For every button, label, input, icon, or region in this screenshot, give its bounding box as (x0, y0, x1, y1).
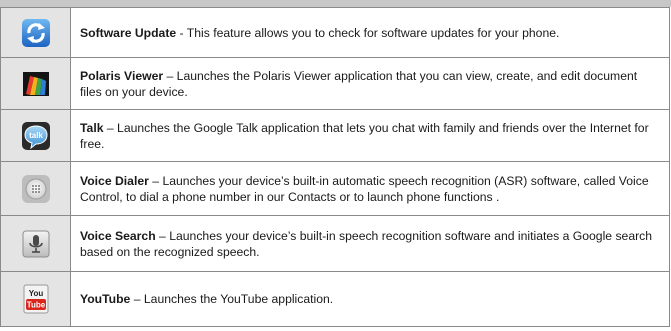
table-row: Software Update - This feature allows yo… (0, 7, 670, 58)
table-row: talk Talk – Launches the Google Talk app… (0, 109, 670, 162)
app-name: YouTube (80, 292, 131, 306)
youtube-icon: You Tube (21, 284, 51, 314)
separator: – (130, 292, 144, 306)
voice-search-icon (21, 229, 51, 259)
separator: - (176, 25, 187, 40)
icon-cell (0, 7, 71, 58)
table-header-bar (0, 0, 671, 7)
software-update-icon (21, 18, 51, 48)
table-row: Polaris Viewer – Launches the Polaris Vi… (0, 57, 670, 110)
icon-cell: You Tube (0, 271, 71, 327)
talk-icon: talk (21, 121, 51, 151)
separator: – (155, 228, 170, 243)
app-description: This feature allows you to check for sof… (186, 25, 560, 40)
icon-cell: talk (0, 109, 71, 162)
row-text: Polaris Viewer – Launches the Polaris Vi… (70, 57, 670, 110)
talk-icon-text: talk (29, 131, 43, 140)
voice-dialer-icon (21, 174, 51, 204)
youtube-icon-text-bottom: Tube (26, 301, 45, 310)
icon-cell (0, 161, 71, 216)
row-text: Voice Search – Launches your device’s bu… (70, 215, 670, 272)
table-row: Voice Search – Launches your device’s bu… (0, 215, 670, 272)
separator: – (148, 173, 163, 188)
app-description: Launches the Google Talk application tha… (80, 120, 649, 151)
separator: – (163, 68, 177, 83)
table-row: You Tube YouTube – Launches the YouTube … (0, 271, 670, 327)
icon-cell (0, 215, 71, 272)
app-name: Voice Dialer (80, 173, 149, 188)
table-row: Voice Dialer – Launches your device’s bu… (0, 161, 670, 216)
row-text: YouTube – Launches the YouTube applicati… (70, 271, 670, 327)
icon-cell (0, 57, 71, 110)
row-text: Software Update - This feature allows yo… (70, 7, 670, 58)
apps-table: Software Update - This feature allows yo… (0, 7, 670, 327)
polaris-viewer-icon (21, 69, 51, 99)
separator: – (103, 120, 118, 135)
app-name: Talk (80, 120, 104, 135)
app-description: Launches your device’s built-in automati… (80, 173, 649, 204)
youtube-icon-text-top: You (28, 289, 43, 298)
row-text: Talk – Launches the Google Talk applicat… (70, 109, 670, 162)
app-name: Voice Search (80, 228, 156, 243)
app-name: Software Update (80, 25, 177, 40)
app-description: Launches the YouTube application. (143, 292, 334, 306)
app-name: Polaris Viewer (80, 68, 164, 83)
row-text: Voice Dialer – Launches your device’s bu… (70, 161, 670, 216)
